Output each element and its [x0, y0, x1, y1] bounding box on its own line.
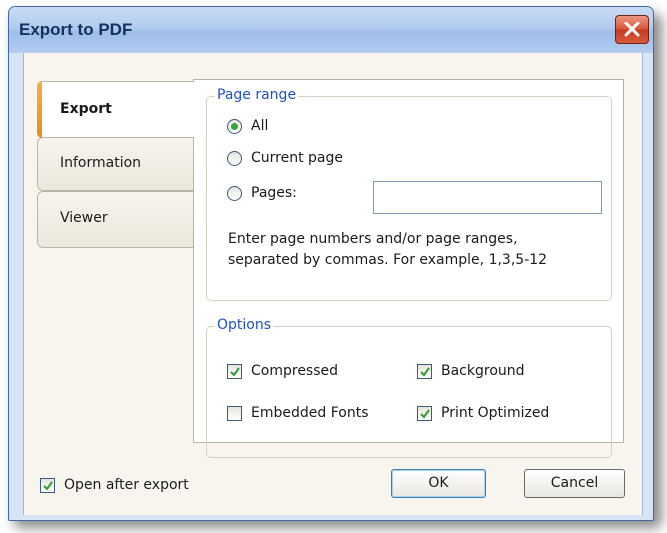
- check-icon: [420, 408, 430, 419]
- dialog-body: Export Information Viewer Page range All…: [23, 53, 643, 515]
- hint-line-1: Enter page numbers and/or page ranges,: [228, 231, 518, 247]
- print-optimized-label: Print Optimized: [441, 405, 550, 421]
- print-optimized-checkbox[interactable]: [417, 405, 432, 421]
- export-panel: Page range All Current page Pages: Enter…: [193, 79, 624, 458]
- radio-current-page-label: Current page: [251, 150, 343, 166]
- open-after-export-checkbox[interactable]: [40, 477, 55, 493]
- page-range-group: Page range All Current page Pages: Enter…: [206, 87, 612, 301]
- window-title: Export to PDF: [19, 20, 133, 39]
- pages-input[interactable]: [373, 181, 602, 214]
- tab-information[interactable]: Information: [37, 137, 194, 191]
- radio-all-button[interactable]: [227, 118, 242, 134]
- radio-current-page[interactable]: Current page: [227, 150, 343, 166]
- tab-export[interactable]: Export: [37, 81, 194, 138]
- option-background[interactable]: Background: [417, 363, 525, 379]
- embedded-fonts-checkbox[interactable]: [227, 405, 242, 421]
- title-bar[interactable]: Export to PDF: [9, 7, 653, 53]
- tab-information-label: Information: [60, 155, 142, 171]
- options-legend: Options: [215, 317, 274, 333]
- close-button[interactable]: [615, 15, 649, 44]
- open-after-export[interactable]: Open after export: [40, 477, 189, 493]
- export-dialog: Export to PDF Export Information Viewer …: [8, 6, 654, 521]
- check-icon: [230, 366, 240, 377]
- tab-viewer-label: Viewer: [60, 210, 108, 226]
- options-group: Options Compressed Embedded Fonts Backgr…: [206, 317, 612, 458]
- cancel-button[interactable]: Cancel: [524, 469, 625, 498]
- option-compressed[interactable]: Compressed: [227, 363, 338, 379]
- check-icon: [43, 480, 53, 491]
- compressed-checkbox[interactable]: [227, 363, 242, 379]
- tab-export-label: Export: [60, 101, 112, 117]
- option-embedded-fonts[interactable]: Embedded Fonts: [227, 405, 368, 421]
- tab-viewer[interactable]: Viewer: [37, 191, 194, 248]
- radio-pages-label: Pages:: [251, 185, 297, 201]
- embedded-fonts-label: Embedded Fonts: [251, 405, 369, 421]
- radio-pages-button[interactable]: [227, 185, 242, 201]
- ok-button[interactable]: OK: [391, 469, 486, 498]
- background-label: Background: [441, 363, 525, 379]
- open-after-export-label: Open after export: [64, 477, 189, 493]
- radio-all-label: All: [251, 118, 269, 134]
- page-range-legend: Page range: [215, 87, 299, 103]
- page-range-hint: Enter page numbers and/or page ranges, s…: [228, 229, 547, 271]
- background-checkbox[interactable]: [417, 363, 432, 379]
- radio-current-page-button[interactable]: [227, 150, 242, 166]
- check-icon: [420, 366, 430, 377]
- compressed-label: Compressed: [251, 363, 339, 379]
- hint-line-2: separated by commas. For example, 1,3,5-…: [228, 252, 548, 268]
- option-print-optimized[interactable]: Print Optimized: [417, 405, 549, 421]
- close-icon: [624, 22, 640, 37]
- radio-all[interactable]: All: [227, 118, 268, 134]
- radio-pages[interactable]: Pages:: [227, 185, 297, 201]
